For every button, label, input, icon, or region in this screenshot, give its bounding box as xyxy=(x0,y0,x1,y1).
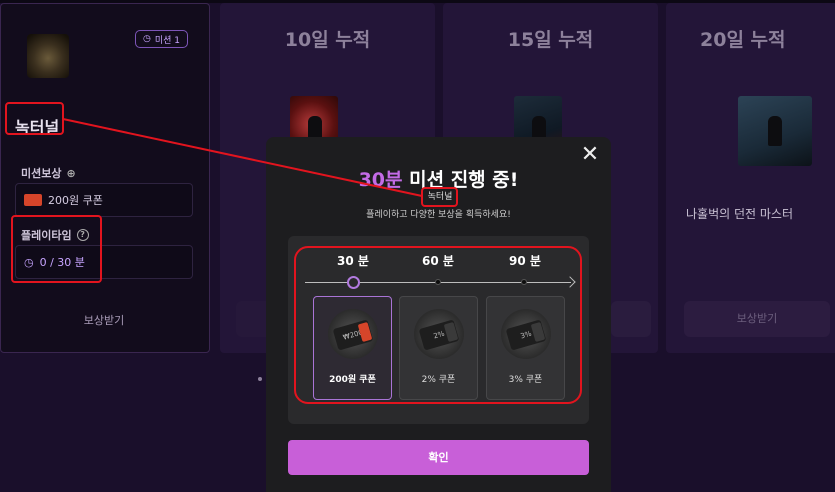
annotation-box xyxy=(421,187,458,207)
annotation-box xyxy=(5,102,64,135)
annotation-box xyxy=(294,246,582,404)
annotation-box xyxy=(11,215,102,283)
